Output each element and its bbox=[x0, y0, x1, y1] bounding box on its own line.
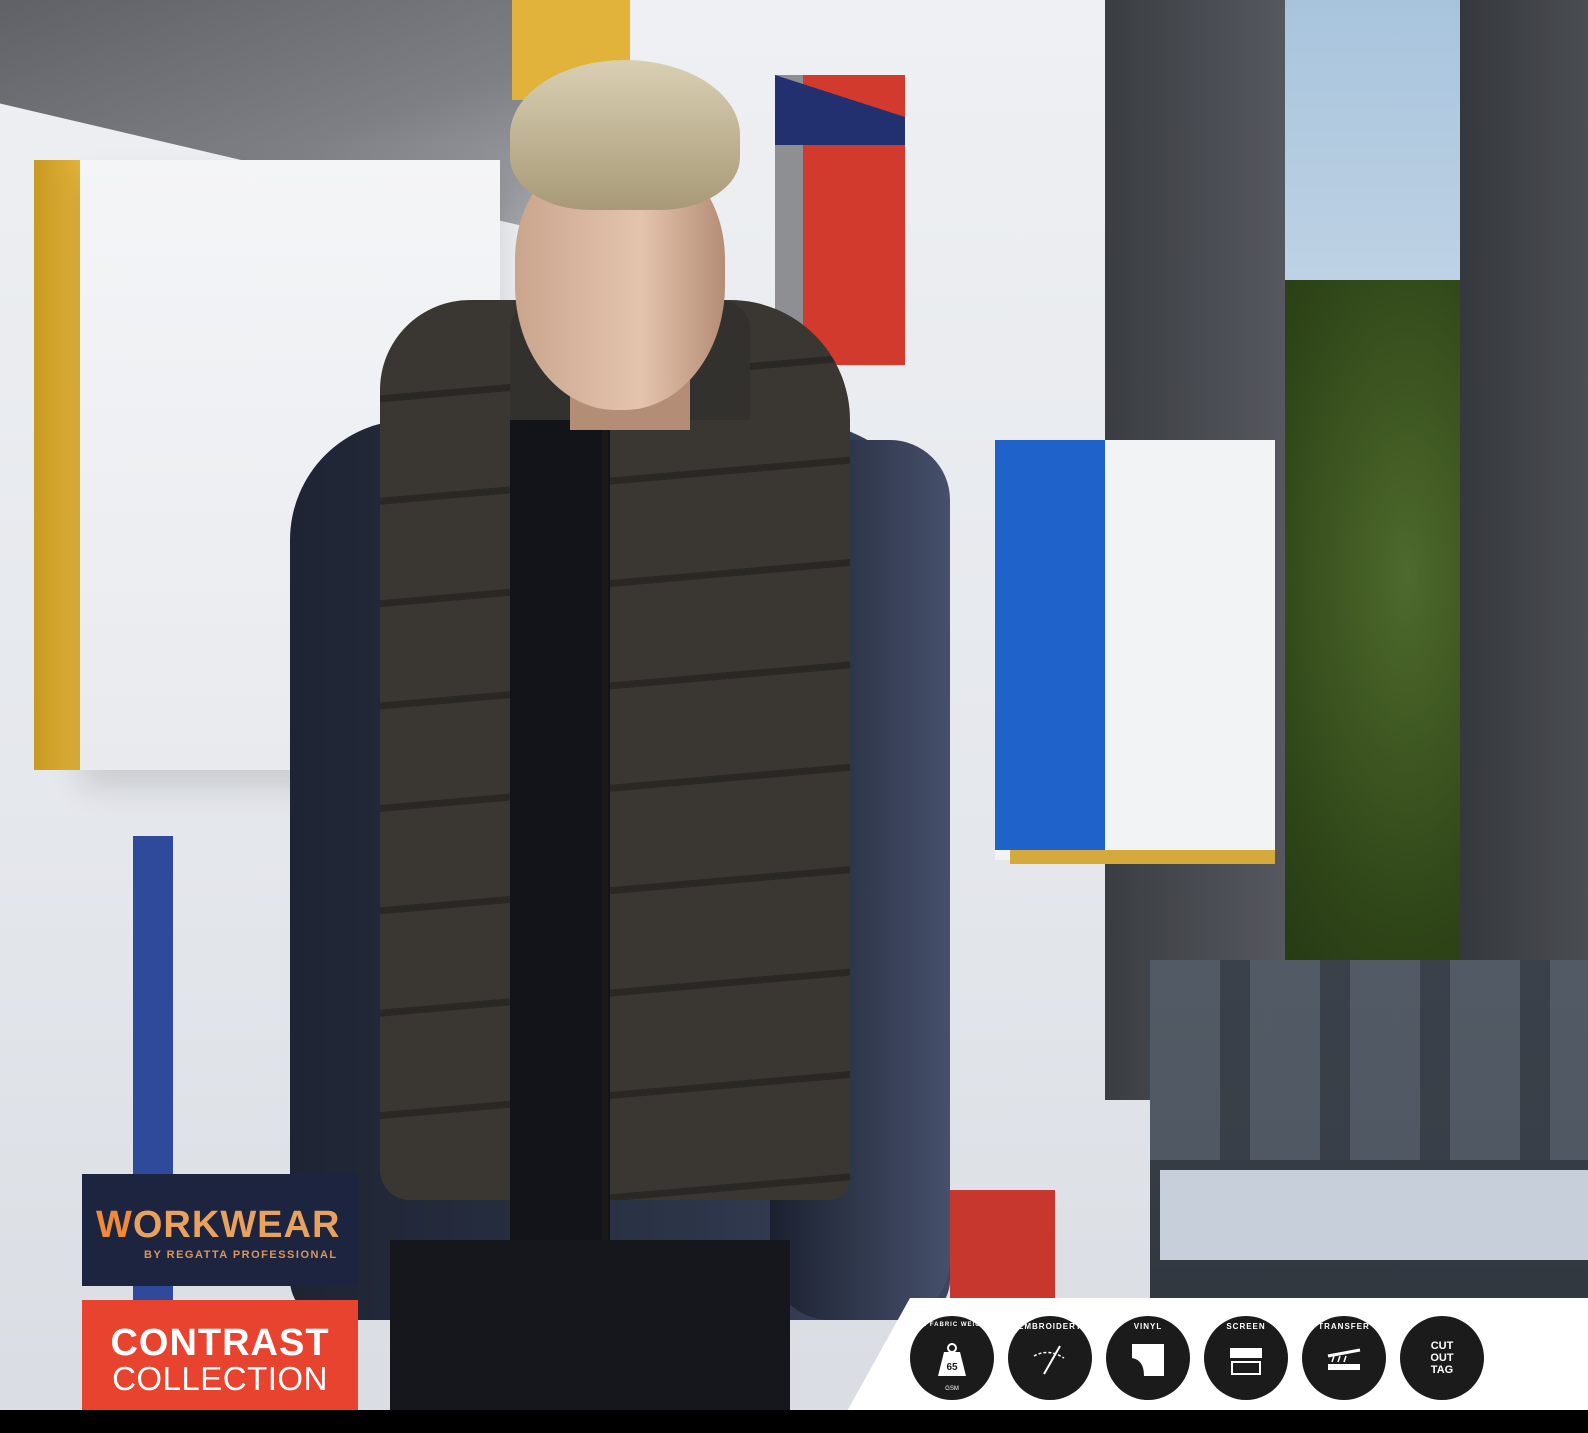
model bbox=[270, 40, 970, 1433]
hair bbox=[510, 60, 740, 210]
tag-line-3: TAG bbox=[1430, 1364, 1454, 1376]
workwear-wordmark: WORKWEAR bbox=[96, 1204, 340, 1247]
fabric-weight-value: 65 bbox=[946, 1362, 958, 1373]
contrast-subtitle: COLLECTION bbox=[112, 1360, 328, 1397]
transfer-label: TRANSFER bbox=[1318, 1322, 1370, 1331]
cut-out-tag-text: CUT OUT TAG bbox=[1422, 1340, 1462, 1376]
workwear-logo: WORKWEAR BY REGATTA PROFESSIONAL bbox=[82, 1174, 358, 1286]
cut-out-tag-icon: CUT OUT TAG bbox=[1400, 1316, 1484, 1400]
weight-icon bbox=[938, 1343, 966, 1376]
screen-print-icon bbox=[1230, 1348, 1262, 1375]
blue-block-right bbox=[995, 440, 1105, 850]
inner-shirt bbox=[510, 420, 610, 1240]
vinyl-sheet-icon bbox=[1132, 1344, 1164, 1376]
yellow-edge-right bbox=[1010, 850, 1275, 864]
stone-blocks bbox=[1150, 960, 1588, 1160]
floor-slab bbox=[1160, 1170, 1588, 1260]
contrast-title: CONTRAST bbox=[110, 1322, 330, 1364]
tag-line-1: CUT bbox=[1430, 1340, 1454, 1352]
vinyl-label: VINYL bbox=[1133, 1322, 1163, 1331]
fabric-weight-icon: MIN FABRIC WEIGHT 65 GSM bbox=[910, 1316, 994, 1400]
embroidery-label: EMBROIDERY bbox=[1018, 1322, 1082, 1331]
tag-line-2: OUT bbox=[1430, 1352, 1454, 1364]
workwear-rest: ORKWEAR bbox=[132, 1204, 341, 1246]
embroidery-icon: EMBROIDERY bbox=[1008, 1316, 1092, 1400]
yellow-block-left bbox=[34, 160, 80, 770]
needle-icon bbox=[1033, 1345, 1065, 1375]
workwear-initial: W bbox=[96, 1204, 133, 1246]
screen-icon: SCREEN bbox=[1204, 1316, 1288, 1400]
fabric-weight-label: MIN FABRIC WEIGHT bbox=[913, 1322, 991, 1328]
heat-press-icon bbox=[1327, 1348, 1361, 1370]
workwear-subtitle: BY REGATTA PROFESSIONAL bbox=[144, 1249, 338, 1261]
far-pillar bbox=[1460, 0, 1588, 980]
vinyl-icon: VINYL bbox=[1106, 1316, 1190, 1400]
screen-label: SCREEN bbox=[1226, 1322, 1266, 1331]
bodywarmer-vest bbox=[380, 300, 850, 1200]
bottom-bar bbox=[0, 1410, 1588, 1433]
vest-zip bbox=[602, 360, 608, 1240]
trousers bbox=[390, 1240, 790, 1433]
contrast-collection-badge: CONTRAST COLLECTION bbox=[82, 1300, 358, 1410]
fabric-weight-unit: GSM bbox=[945, 1386, 959, 1392]
transfer-icon: TRANSFER bbox=[1302, 1316, 1386, 1400]
